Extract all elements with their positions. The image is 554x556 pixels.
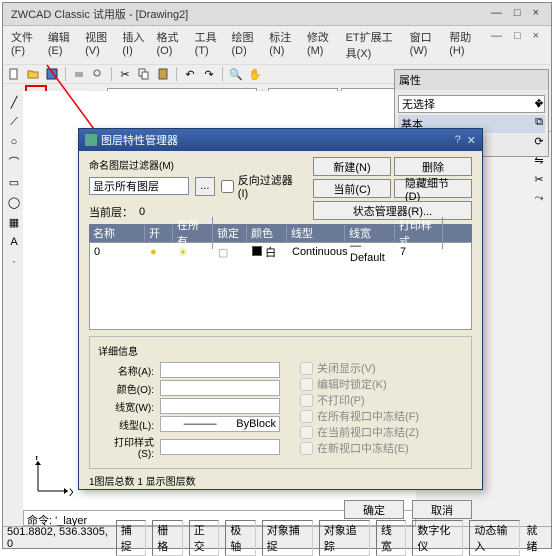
dlg-close-icon[interactable]: ✕ <box>467 134 476 147</box>
new-button[interactable]: 新建(N) <box>313 157 391 176</box>
menu-window[interactable]: 窗口(W) <box>406 28 444 62</box>
selection-dropdown[interactable]: 无选择▾ <box>398 95 545 113</box>
filter-browse-button[interactable]: ... <box>195 177 215 196</box>
mirror-icon[interactable]: ⇋ <box>531 152 547 168</box>
point-icon[interactable]: · <box>6 254 22 270</box>
status-bar: 501.8802, 536.3305, 0 捕捉 栅格 正交 极轴 对象捕捉 对… <box>3 526 551 548</box>
chk-freeze-new[interactable]: 在新视口中冻结(E) <box>300 440 419 456</box>
doc-close-icon[interactable]: × <box>529 29 543 61</box>
new-icon[interactable] <box>6 66 22 82</box>
menu-et[interactable]: ET扩展工具(X) <box>342 28 404 62</box>
left-toolbar: ╱ ⟋ ○ ⌒ ▭ ◯ ▦ A · <box>3 91 23 526</box>
trim-icon[interactable]: ✂ <box>531 171 547 187</box>
status-ready: 就绪 <box>526 522 547 554</box>
detail-lt-dropdown[interactable]: ———ByBlock <box>160 416 280 432</box>
doc-min-icon[interactable]: — <box>487 29 506 61</box>
detail-color-dropdown[interactable] <box>160 380 280 396</box>
invert-filter-checkbox[interactable]: 反向过滤器(I) <box>221 172 303 200</box>
copy2-icon[interactable]: ⧉ <box>531 114 547 130</box>
current-button[interactable]: 当前(C) <box>313 179 391 198</box>
current-value: 0 <box>139 206 145 218</box>
doc-max-icon[interactable]: □ <box>510 29 525 61</box>
text-icon[interactable]: A <box>6 234 22 250</box>
open-icon[interactable] <box>25 66 41 82</box>
layer-grid-header: 名称开在所有...锁定颜色线型线宽打印样式 <box>89 224 472 242</box>
layer-summary: 1图层总数 1 显示图层数 <box>89 473 472 488</box>
copy-icon[interactable] <box>136 66 152 82</box>
minimize-icon[interactable]: — <box>487 6 506 22</box>
row-lock-icon[interactable]: ▢ <box>218 247 228 259</box>
paste-icon[interactable] <box>155 66 171 82</box>
menu-edit[interactable]: 编辑(E) <box>44 28 79 62</box>
chk-freeze-cur[interactable]: 在当前视口中冻结(Z) <box>300 424 419 440</box>
chk-noplot[interactable]: 不打印(P) <box>300 392 419 408</box>
menu-view[interactable]: 视图(V) <box>81 28 116 62</box>
row-sun-icon[interactable]: ☀ <box>178 247 188 259</box>
rotate-icon[interactable]: ⟳ <box>531 133 547 149</box>
undo-icon[interactable]: ↶ <box>182 66 198 82</box>
close-icon[interactable]: × <box>529 6 543 22</box>
pan-icon[interactable]: ✋ <box>247 66 263 82</box>
rect-icon[interactable]: ▭ <box>6 174 22 190</box>
ucs-icon: YX <box>33 456 73 496</box>
maximize-icon[interactable]: □ <box>510 6 525 22</box>
right-toolbar: ✥ ⧉ ⟳ ⇋ ✂ ⤳ <box>531 95 549 206</box>
layer-dialog: 图层特性管理器 ? ✕ 命名图层过滤器(M) 显示所有图层 ... 反向过滤器(I… <box>78 128 483 490</box>
menu-dim[interactable]: 标注(N) <box>265 28 301 62</box>
zoom-icon[interactable]: 🔍 <box>228 66 244 82</box>
title-bar: ZWCAD Classic 试用版 - [Drawing2] — □ × <box>3 3 551 26</box>
chk-lock[interactable]: 编辑时锁定(K) <box>300 376 419 392</box>
menu-format[interactable]: 格式(O) <box>152 28 188 62</box>
current-label: 当前层： <box>89 204 133 220</box>
cancel-button[interactable]: 取消 <box>412 500 472 519</box>
ellipse-icon[interactable]: ◯ <box>6 194 22 210</box>
app-title: ZWCAD Classic 试用版 - [Drawing2] <box>7 5 192 23</box>
detail-legend: 详细信息 <box>98 343 463 358</box>
menu-bar: 文件(F) 编辑(E) 视图(V) 插入(I) 格式(O) 工具(T) 绘图(D… <box>3 26 551 64</box>
ok-button[interactable]: 确定 <box>344 500 404 519</box>
menu-draw[interactable]: 绘图(D) <box>227 28 263 62</box>
dialog-title: 图层特性管理器 <box>101 132 178 148</box>
coords: 501.8802, 536.3305, 0 <box>7 526 110 550</box>
chk-freeze-all[interactable]: 在所有视口中冻结(F) <box>300 408 419 424</box>
svg-text:Y: Y <box>33 456 41 463</box>
chk-off[interactable]: 关闭显示(V) <box>300 360 419 376</box>
dlg-help-icon[interactable]: ? <box>455 134 461 147</box>
redo-icon[interactable]: ↷ <box>201 66 217 82</box>
properties-title: 属性 <box>395 70 548 90</box>
state-manager-button[interactable]: 状态管理器(R)... <box>313 201 472 220</box>
dialog-title-bar[interactable]: 图层特性管理器 ? ✕ <box>79 129 482 151</box>
layer-row[interactable]: 0 ● ☀ ▢ 白 Continuous — Default 7 <box>90 243 471 261</box>
move-icon[interactable]: ✥ <box>531 95 547 111</box>
menu-modify[interactable]: 修改(M) <box>303 28 340 62</box>
print-icon[interactable] <box>71 66 87 82</box>
menu-insert[interactable]: 插入(I) <box>118 28 150 62</box>
delete-button[interactable]: 删除 <box>394 157 472 176</box>
menu-help[interactable]: 帮助(H) <box>445 28 481 62</box>
row-bulb-icon[interactable]: ● <box>150 246 157 258</box>
preview-icon[interactable] <box>90 66 106 82</box>
hatch-icon[interactable]: ▦ <box>6 214 22 230</box>
circle-icon[interactable]: ○ <box>6 134 22 150</box>
filter-label: 命名图层过滤器(M) <box>89 157 303 172</box>
pline-icon[interactable]: ⟋ <box>6 114 22 130</box>
extend-icon[interactable]: ⤳ <box>531 190 547 206</box>
detail-group: 详细信息 名称(A): 颜色(O): 线宽(W): 线型(L):———ByBlo… <box>89 336 472 469</box>
line-icon[interactable]: ╱ <box>6 94 22 110</box>
detail-lw-dropdown[interactable] <box>160 398 280 414</box>
save-icon[interactable] <box>44 66 60 82</box>
hide-detail-button[interactable]: 隐藏细节(D) <box>394 179 472 198</box>
cut-icon[interactable]: ✂ <box>117 66 133 82</box>
detail-ps-dropdown[interactable] <box>160 439 280 455</box>
svg-text:X: X <box>69 487 73 496</box>
menu-tools[interactable]: 工具(T) <box>191 28 226 62</box>
filter-dropdown[interactable]: 显示所有图层 <box>89 177 189 195</box>
detail-name-input[interactable] <box>160 362 280 378</box>
menu-file[interactable]: 文件(F) <box>7 28 42 62</box>
arc-icon[interactable]: ⌒ <box>6 154 22 170</box>
layer-grid[interactable]: 0 ● ☀ ▢ 白 Continuous — Default 7 <box>89 242 472 330</box>
